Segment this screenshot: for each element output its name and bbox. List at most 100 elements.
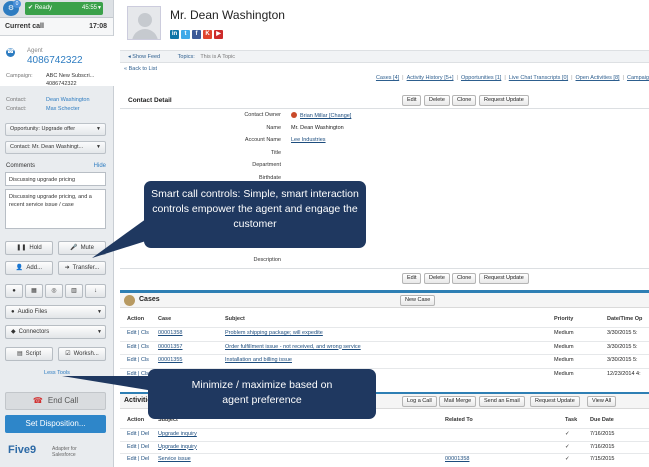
agent-status-dropdown[interactable]: ✔ Ready 45:55 ▼	[25, 2, 103, 15]
calendar-button[interactable]: ▦	[25, 284, 43, 298]
less-tools-link[interactable]: Less Tools	[0, 370, 114, 376]
related-nav-link[interactable]: Opportunities [1]	[461, 75, 501, 81]
field-value[interactable]: Brian Millar [Change]	[291, 112, 351, 119]
view-all-button[interactable]: View All	[587, 396, 617, 407]
request-update-button[interactable]: Request Update	[530, 396, 580, 407]
set-disposition-button[interactable]: Set Disposition...	[5, 415, 106, 433]
mail-merge-button[interactable]: Mail Merge	[439, 396, 477, 407]
table-row	[120, 440, 649, 442]
audio-icon: ●	[11, 309, 15, 315]
field-value[interactable]: Lee Industries	[291, 137, 326, 143]
script-icon: ▤	[16, 351, 23, 357]
related-nav-link[interactable]: Activity History [5+]	[407, 75, 454, 81]
row-actions[interactable]: Edit | Cls	[127, 330, 149, 336]
keypad-button[interactable]: ▥	[65, 284, 83, 298]
topics-value[interactable]: This is A Topic	[200, 54, 235, 60]
chat-button[interactable]: ●	[5, 284, 23, 298]
script-button[interactable]: ▤ Script	[5, 347, 53, 361]
case-subject-link[interactable]: Order fulfillment issue - not received, …	[225, 344, 361, 350]
contact-link[interactable]: Dean Washington	[46, 97, 90, 103]
agent-number[interactable]: 4086742322	[27, 55, 83, 66]
hangup-icon: ☎	[32, 396, 43, 405]
add-participant-button[interactable]: 👤 Add...	[5, 261, 53, 275]
edit-button[interactable]: Edit	[402, 273, 422, 284]
contact2-label: Contact:	[6, 106, 27, 112]
row-actions[interactable]: Edit | Del	[127, 456, 149, 462]
hold-button[interactable]: ❚❚ Hold	[5, 241, 53, 255]
due-date: 7/16/2015	[590, 431, 615, 437]
delete-button[interactable]: Delete	[424, 95, 450, 106]
request-update-button[interactable]: Request Update	[479, 95, 529, 106]
connectors-icon: ◆	[11, 329, 16, 335]
delete-button[interactable]: Delete	[424, 273, 450, 284]
row-actions[interactable]: Edit | Del	[127, 444, 149, 450]
comment-entry-2[interactable]: Discussing upgrade pricing, and a recent…	[5, 189, 106, 229]
send-an-email-button[interactable]: Send an Email	[479, 396, 525, 407]
twitter-icon[interactable]: t	[181, 30, 190, 39]
new-case-button[interactable]: New Case	[400, 295, 436, 306]
case-date: 12/23/2014 4:	[607, 370, 641, 377]
mute-button[interactable]: 🎤 Mute	[58, 241, 106, 255]
row-actions[interactable]: Edit | Cls	[127, 371, 149, 377]
hold-label: Hold	[29, 245, 42, 251]
related-nav-link[interactable]: Campaig	[627, 75, 649, 81]
case-number-link[interactable]: 00001357	[158, 344, 182, 350]
task-check-icon: ✓	[565, 456, 570, 462]
related-list-nav: Cases [4] | Activity History [5+] | Opportun…	[376, 75, 649, 81]
edit-button[interactable]: Edit	[402, 95, 422, 106]
related-to-link[interactable]: 00001358	[445, 456, 469, 462]
current-call-label: Current call	[5, 23, 44, 30]
related-nav-link[interactable]: Live Chat Transcripts [0]	[509, 75, 568, 81]
script-label: Script	[25, 351, 41, 357]
transfer-icon: ➜	[64, 265, 70, 271]
table-row	[120, 428, 649, 429]
table-row	[120, 327, 649, 328]
linkedin-icon[interactable]: in	[170, 30, 179, 39]
activity-subject-link[interactable]: Service issue	[158, 456, 191, 462]
contact-select-value: Contact: Mr. Dean Washingt...	[10, 144, 84, 150]
row-actions[interactable]: Edit | Cls	[127, 357, 149, 363]
comment-entry-1[interactable]: Discussing upgrade pricing	[5, 172, 106, 186]
log-a-call-button[interactable]: Log a Call	[402, 396, 437, 407]
back-to-list-link[interactable]: « Back to List	[124, 66, 157, 72]
show-feed-link[interactable]: ◂ Show Feed	[128, 54, 160, 60]
task-check-icon: ✓	[565, 431, 570, 437]
table-row	[120, 354, 649, 355]
add-label: Add...	[26, 265, 43, 271]
youtube-icon[interactable]: ▶	[214, 30, 223, 39]
related-nav-link[interactable]: Cases [4]	[376, 75, 399, 81]
case-number-link[interactable]: 00001358	[158, 330, 182, 336]
contact2-link[interactable]: Max Schecter	[46, 106, 80, 112]
field-label: Department	[252, 162, 281, 168]
clone-button[interactable]: Clone	[452, 95, 477, 106]
row-actions[interactable]: Edit | Cls	[127, 344, 149, 350]
arrow-down-icon: ↓	[94, 288, 97, 294]
end-call-button[interactable]: ☎ End Call	[5, 392, 106, 410]
five9-logo: Five9	[8, 444, 37, 456]
due-date: 7/16/2015	[590, 443, 615, 450]
status-check-icon: ✔	[28, 5, 35, 11]
audio-files-button[interactable]: ● Audio Files ▼	[5, 305, 106, 319]
download-button[interactable]: ↓	[85, 284, 106, 298]
worksheet-button[interactable]: ☑ Worksh...	[58, 347, 106, 361]
case-subject-link[interactable]: Installation and billing issue	[225, 357, 292, 363]
settings-button[interactable]: ◎	[45, 284, 63, 298]
case-number-link[interactable]: 00001355	[158, 357, 182, 363]
case-priority: Medium	[554, 357, 574, 363]
contact-select[interactable]: Contact: Mr. Dean Washingt... ▼	[5, 141, 106, 154]
klout-icon[interactable]: K	[203, 30, 212, 39]
activity-subject-link[interactable]: Upgrade inquiry	[158, 431, 197, 437]
campaign-value: ABC New Subscri...	[46, 73, 95, 79]
row-actions[interactable]: Edit | Del	[127, 431, 149, 437]
connectors-button[interactable]: ◆ Connectors ▼	[5, 325, 106, 339]
request-update-button[interactable]: Request Update	[479, 273, 529, 284]
screenshot-root: ⚙ 0 ✔ Ready 45:55 ▼ Current call 17:08 ☎…	[0, 0, 649, 467]
case-subject-link[interactable]: Problem shipping package; will expedite	[225, 330, 323, 336]
clone-button[interactable]: Clone	[452, 273, 477, 284]
activity-subject-link[interactable]: Upgrade inquiry	[158, 444, 197, 450]
related-nav-link[interactable]: Open Activities [8]	[576, 75, 620, 81]
transfer-button[interactable]: ➜ Transfer...	[58, 261, 106, 275]
facebook-icon[interactable]: f	[192, 30, 201, 39]
hide-comments-link[interactable]: Hide	[94, 163, 106, 169]
opportunity-select[interactable]: Opportunity: Upgrade offer ▼	[5, 123, 106, 136]
